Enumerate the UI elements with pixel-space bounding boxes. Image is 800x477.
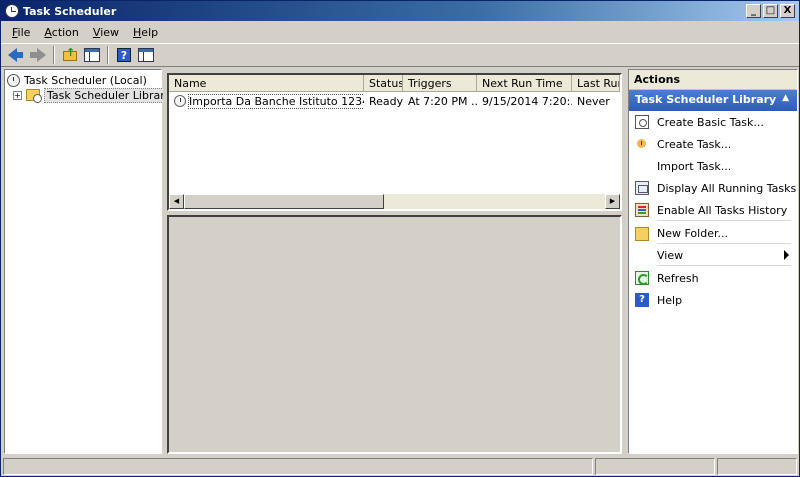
maximize-button[interactable]: □: [763, 4, 778, 18]
tree-item-task-scheduler-local[interactable]: Task Scheduler (Local): [7, 72, 147, 88]
actions-group-title: Task Scheduler Library: [635, 93, 777, 106]
title-bar[interactable]: Task Scheduler _ □ X: [1, 1, 799, 21]
tasks-history-icon: [635, 203, 649, 217]
column-header-last-run[interactable]: Last Run: [572, 75, 620, 92]
menu-help[interactable]: Help: [126, 26, 165, 39]
close-button[interactable]: X: [780, 4, 795, 18]
task-last-run: Never: [577, 94, 610, 108]
menu-view[interactable]: View: [86, 26, 126, 39]
task-scheduler-app-icon: [5, 4, 19, 18]
status-bar: [1, 457, 799, 476]
collapse-icon[interactable]: ▲: [782, 93, 789, 103]
action-display-running-tasks[interactable]: Display All Running Tasks: [629, 177, 797, 199]
menu-file[interactable]: File: [5, 26, 37, 39]
scroll-track[interactable]: [184, 194, 605, 209]
action-create-task[interactable]: Create Task...: [629, 133, 797, 155]
help-icon[interactable]: ?: [115, 46, 133, 64]
scroll-right-button[interactable]: ▶: [605, 194, 620, 209]
action-new-folder[interactable]: New Folder...: [629, 222, 797, 244]
status-cell-secondary: [595, 458, 715, 475]
toolbar-separator: [107, 46, 109, 64]
window-title: Task Scheduler: [23, 4, 117, 18]
scroll-thumb[interactable]: [184, 194, 384, 209]
console-tree[interactable]: Task Scheduler (Local) + Task Scheduler …: [4, 69, 175, 454]
action-enable-tasks-history[interactable]: Enable All Tasks History: [629, 199, 797, 221]
actions-header: Actions: [629, 70, 797, 90]
toolbar-separator: [53, 46, 55, 64]
back-arrow-icon[interactable]: [7, 46, 25, 64]
menu-action[interactable]: Action: [37, 26, 85, 39]
action-import-task[interactable]: Import Task...: [629, 155, 797, 177]
task-clock-icon: [174, 95, 186, 107]
task-list-header: Name Status Triggers Next Run Time Last …: [169, 75, 620, 92]
toolbar: ?: [1, 43, 799, 67]
expand-icon[interactable]: +: [13, 90, 22, 100]
tree-label: Task Scheduler (Local): [24, 73, 147, 87]
clock-icon: [7, 73, 20, 87]
folder-up-icon[interactable]: [61, 46, 79, 64]
help-icon: ?: [635, 293, 649, 307]
show-pane-icon[interactable]: [83, 46, 101, 64]
horizontal-scrollbar[interactable]: ◀ ▶: [169, 194, 620, 209]
window-controls: _ □ X: [746, 4, 795, 18]
column-header-triggers[interactable]: Triggers: [403, 75, 477, 92]
action-help[interactable]: ? Help: [629, 289, 797, 311]
submenu-arrow-icon: [784, 250, 789, 260]
task-next-run-time: 9/15/2014 7:20:...: [482, 94, 572, 108]
show-action-pane-icon[interactable]: [137, 46, 155, 64]
scroll-left-button[interactable]: ◀: [169, 194, 184, 209]
column-header-status[interactable]: Status: [364, 75, 403, 92]
task-triggers: At 7:20 PM ...: [408, 94, 477, 108]
task-status: Ready: [369, 94, 403, 108]
actions-divider: [657, 220, 791, 221]
action-refresh[interactable]: Refresh: [629, 267, 797, 289]
task-name: Importa Da Banche Istituto 12345: [188, 93, 364, 109]
table-row[interactable]: Importa Da Banche Istituto 12345 Ready A…: [169, 93, 620, 109]
tree-label: Task Scheduler Library: [44, 87, 175, 103]
task-scheduler-window: Task Scheduler _ □ X File Action View He…: [0, 0, 800, 477]
forward-arrow-icon[interactable]: [29, 46, 47, 64]
import-task-blank-icon: [635, 159, 649, 173]
column-header-name[interactable]: Name: [169, 75, 364, 92]
status-cell-tertiary: [717, 458, 797, 475]
refresh-icon: [635, 271, 649, 285]
column-header-next-run-time[interactable]: Next Run Time: [477, 75, 572, 92]
tree-item-task-scheduler-library[interactable]: + Task Scheduler Library: [13, 87, 175, 103]
actions-group-header[interactable]: Task Scheduler Library ▲: [629, 90, 797, 111]
running-tasks-icon: [635, 181, 649, 195]
action-view[interactable]: View: [629, 244, 797, 266]
menu-bar: File Action View Help: [1, 22, 799, 42]
task-details-pane: [167, 215, 622, 454]
actions-divider: [657, 265, 791, 266]
view-blank-icon: [635, 248, 649, 262]
create-task-icon: [635, 137, 649, 151]
create-basic-task-icon: [635, 115, 649, 129]
scheduler-folder-icon: [26, 89, 42, 103]
task-list: Name Status Triggers Next Run Time Last …: [167, 73, 622, 211]
action-create-basic-task[interactable]: Create Basic Task...: [629, 111, 797, 133]
minimize-button[interactable]: _: [746, 4, 761, 18]
status-cell-main: [3, 458, 593, 475]
new-folder-icon: [635, 227, 649, 241]
task-name-cell[interactable]: Importa Da Banche Istituto 12345: [169, 93, 364, 109]
actions-pane: Actions Task Scheduler Library ▲ Create …: [628, 69, 798, 454]
